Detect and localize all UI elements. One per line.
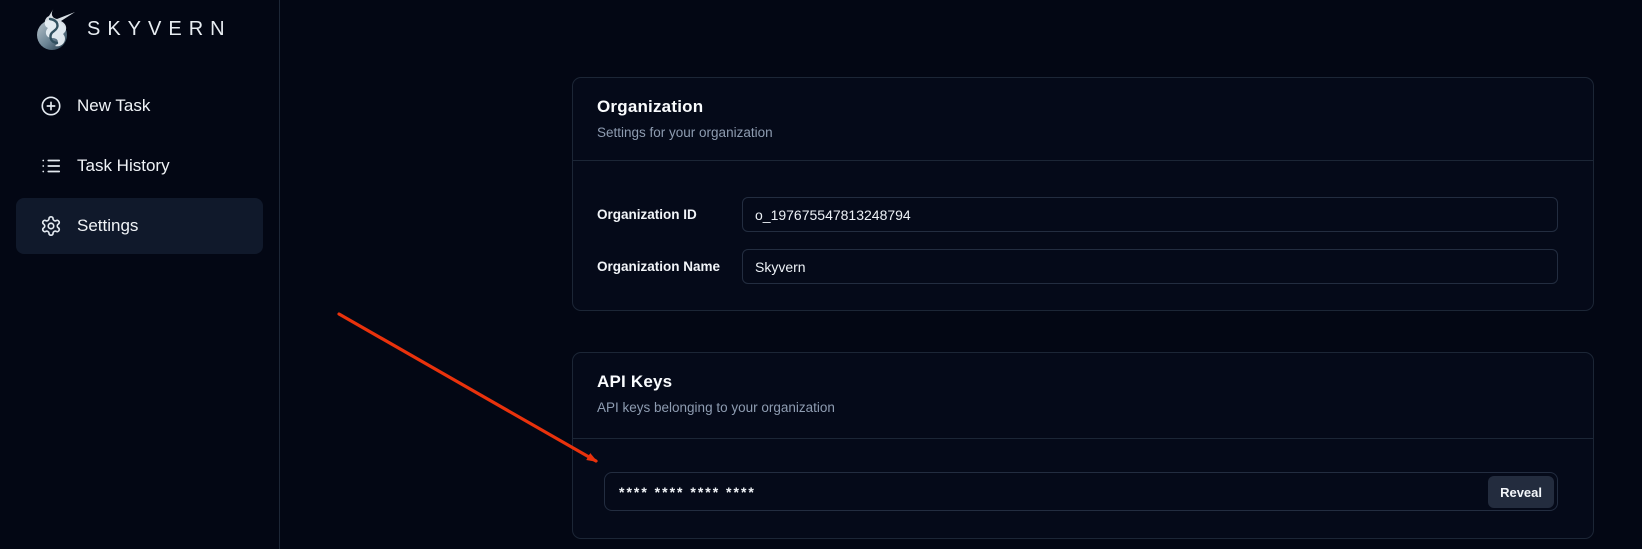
sidebar-nav: New Task Task History	[16, 78, 263, 254]
organization-card-header: Organization Settings for your organizat…	[573, 78, 1593, 161]
organization-card-body: Organization ID Organization Name	[573, 161, 1593, 284]
skyvern-dragon-icon	[30, 5, 80, 55]
organization-name-row: Organization Name	[597, 249, 1558, 284]
organization-card-subtitle: Settings for your organization	[597, 125, 1569, 140]
plus-circle-icon	[40, 95, 62, 117]
sidebar-item-task-history[interactable]: Task History	[16, 138, 263, 194]
sidebar-item-settings[interactable]: Settings	[16, 198, 263, 254]
organization-name-input[interactable]	[742, 249, 1558, 284]
api-keys-card-body: **** **** **** **** Reveal	[573, 439, 1593, 511]
api-keys-card-header: API Keys API keys belonging to your orga…	[573, 353, 1593, 439]
organization-id-row: Organization ID	[597, 197, 1558, 232]
sidebar-item-label: New Task	[77, 96, 150, 116]
organization-id-label: Organization ID	[597, 207, 742, 222]
sidebar-item-label: Settings	[77, 216, 138, 236]
gear-icon	[40, 215, 62, 237]
sidebar: SKYVERN New Task	[0, 0, 280, 549]
settings-page: SKYVERN New Task	[0, 0, 1642, 549]
organization-card: Organization Settings for your organizat…	[572, 77, 1594, 311]
api-keys-card-title: API Keys	[597, 372, 1569, 392]
organization-id-input[interactable]	[742, 197, 1558, 232]
sidebar-item-label: Task History	[77, 156, 170, 176]
api-key-field[interactable]: **** **** **** **** Reveal	[604, 472, 1558, 511]
list-icon	[40, 155, 62, 177]
organization-name-label: Organization Name	[597, 259, 742, 274]
organization-card-title: Organization	[597, 97, 1569, 117]
api-keys-card: API Keys API keys belonging to your orga…	[572, 352, 1594, 539]
sidebar-item-new-task[interactable]: New Task	[16, 78, 263, 134]
api-key-masked-value: **** **** **** ****	[619, 484, 756, 500]
skyvern-logo[interactable]: SKYVERN	[0, 0, 279, 56]
skyvern-logo-text: SKYVERN	[87, 18, 232, 41]
api-keys-card-subtitle: API keys belonging to your organization	[597, 400, 1569, 415]
reveal-button[interactable]: Reveal	[1488, 476, 1554, 508]
